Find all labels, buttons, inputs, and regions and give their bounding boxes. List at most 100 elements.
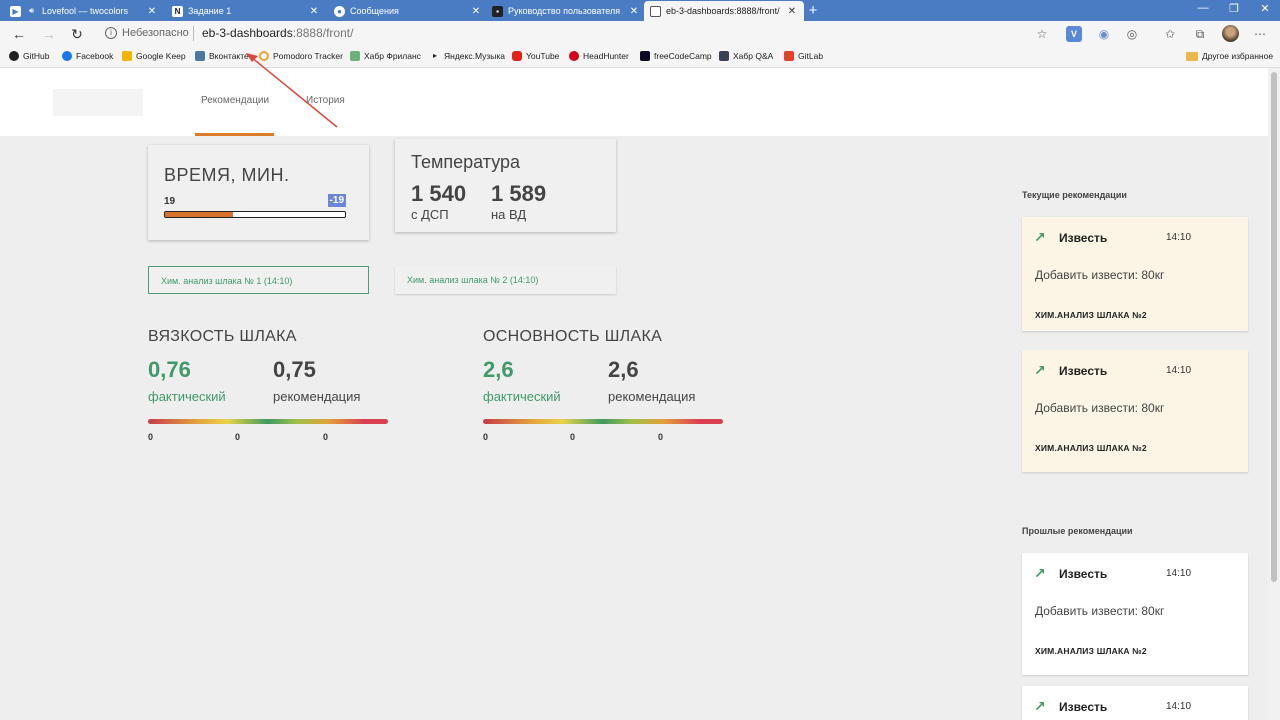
bookmark-headhunter[interactable]: HeadHunter	[569, 51, 629, 61]
address-bar: ← → ↻ i Небезопасно eb-3-dashboards:8888…	[0, 21, 1280, 47]
gitlab-icon	[784, 51, 794, 61]
bookmark-pomodoro[interactable]: Pomodoro Tracker	[259, 51, 343, 61]
recommendation-name: Известь	[1059, 700, 1108, 714]
recommendation-time: 14:10	[1166, 568, 1192, 579]
extension-v-icon[interactable]: V	[1066, 26, 1082, 42]
page-scrollbar[interactable]	[1268, 68, 1280, 720]
browser-tab-bar: ▶ 🔊︎ Lovefool — twocolors ✕ N Задание 1 …	[0, 0, 1280, 21]
url-input[interactable]: eb-3-dashboards:8888/front/	[202, 26, 353, 40]
forward-icon[interactable]: →	[40, 25, 58, 43]
bookmark-gitlab[interactable]: GitLab	[784, 51, 823, 61]
collections-icon[interactable]: ⧉	[1192, 26, 1208, 42]
bookmark-label: YouTube	[526, 51, 560, 61]
bookmark-habr-qa[interactable]: Хабр Q&A	[719, 51, 773, 61]
recommendation-time: 14:10	[1166, 365, 1192, 376]
terminal-icon: ▪	[492, 5, 503, 17]
recommendation-name: Известь	[1059, 567, 1108, 581]
url-separator	[193, 26, 194, 41]
reload-icon[interactable]: ↻	[68, 25, 86, 43]
habr-freelance-icon	[350, 51, 360, 61]
recommendation-source: ХИМ.АНАЛИЗ ШЛАКА №2	[1035, 310, 1147, 320]
new-tab-button[interactable]: +	[805, 2, 821, 19]
bookmark-freecodecamp[interactable]: freeCodeCamp	[640, 51, 712, 61]
keep-icon	[122, 51, 132, 61]
info-icon[interactable]: i	[105, 27, 117, 39]
bookmark-github[interactable]: GitHub	[9, 51, 49, 61]
close-icon[interactable]: ✕	[146, 6, 158, 17]
temperature-dsp-label: с ДСП	[411, 207, 449, 222]
analysis-button-1[interactable]: Хим. анализ шлака № 1 (14:10)	[148, 266, 369, 294]
viscosity-scale	[148, 419, 388, 424]
tab-label: Задание 1	[188, 6, 232, 16]
minimize-icon[interactable]: —	[1188, 2, 1218, 14]
recommendation-time: 14:10	[1166, 232, 1192, 243]
current-recommendation-card[interactable]: ↗ Известь 14:10 Добавить извести: 80кг Х…	[1022, 350, 1248, 472]
extension-shield-icon[interactable]: ◉	[1096, 26, 1112, 42]
temperature-dsp-value: 1 540	[411, 181, 467, 206]
time-remaining: -19	[327, 194, 346, 207]
browser-tab-4[interactable]: ▪ Руководство пользователя / Ор ✕	[486, 1, 646, 21]
current-recommendation-card[interactable]: ↗ Известь 14:10 Добавить извести: 80кг Х…	[1022, 217, 1248, 331]
viscosity-recommended-value: 0,75	[273, 357, 316, 382]
basicity-tick: 0	[483, 432, 489, 442]
star-icon[interactable]: ☆	[1034, 26, 1050, 42]
bookmark-habr-freelance[interactable]: Хабр Фриланс	[350, 51, 421, 61]
other-bookmarks-label: Другое избранное	[1202, 51, 1274, 61]
tab-history[interactable]: История	[306, 95, 345, 106]
trend-up-icon: ↗	[1034, 362, 1046, 378]
close-icon[interactable]: ✕	[628, 6, 640, 17]
basicity-tick: 0	[570, 432, 576, 442]
bookmark-label: Facebook	[76, 51, 114, 61]
favorites-icon[interactable]: ✩	[1162, 26, 1178, 42]
time-title: ВРЕМЯ, МИН.	[164, 165, 290, 185]
close-icon[interactable]: ✕	[308, 6, 320, 17]
tab-label: Сообщения	[350, 6, 399, 16]
past-recommendation-card[interactable]: ↗ Известь 14:10	[1022, 686, 1248, 720]
past-recommendations-heading: Прошлые рекомендации	[1022, 526, 1133, 536]
more-menu-icon[interactable]: ⋯	[1252, 26, 1268, 42]
close-window-icon[interactable]: ✕	[1250, 2, 1280, 15]
trend-up-icon: ↗	[1034, 698, 1046, 714]
temperature-vd-value: 1 589	[491, 181, 547, 206]
extension-circle-icon[interactable]: ◎	[1124, 26, 1140, 42]
browser-tab-1[interactable]: ▶ 🔊︎ Lovefool — twocolors ✕	[4, 1, 164, 21]
time-elapsed: 19	[164, 196, 176, 207]
viscosity-actual-value: 0,76	[148, 357, 191, 382]
logo-placeholder	[53, 89, 143, 116]
tab-recommendations[interactable]: Рекомендации	[201, 95, 269, 106]
pomodoro-icon	[259, 51, 269, 61]
trend-up-icon: ↗	[1034, 565, 1046, 581]
bookmark-yandex-music[interactable]: ▸ Яндекс.Музыка	[430, 51, 505, 61]
freecodecamp-icon	[640, 51, 650, 61]
habr-qa-icon	[719, 51, 729, 61]
page-icon	[650, 5, 661, 17]
security-label[interactable]: Небезопасно	[122, 27, 189, 39]
bookmark-google-keep[interactable]: Google Keep	[122, 51, 186, 61]
url-host: eb-3-dashboards	[202, 26, 293, 40]
bookmark-vkontakte[interactable]: Вконтакте	[195, 51, 249, 61]
basicity-actual-value: 2,6	[483, 357, 514, 382]
analysis-button-2[interactable]: Хим. анализ шлака № 2 (14:10)	[395, 266, 616, 294]
basicity-scale	[483, 419, 723, 424]
browser-tab-5[interactable]: eb-3-dashboards:8888/front/ ✕	[644, 1, 804, 21]
back-icon[interactable]: ←	[10, 25, 28, 43]
scrollbar-thumb[interactable]	[1271, 72, 1277, 582]
browser-tab-3[interactable]: ● Сообщения ✕	[328, 1, 488, 21]
basicity-title: ОСНОВНОСТЬ ШЛАКА	[483, 328, 663, 345]
viscosity-tick: 0	[235, 432, 241, 442]
browser-tab-2[interactable]: N Задание 1 ✕	[166, 1, 326, 21]
other-bookmarks[interactable]: Другое избранное	[1186, 51, 1273, 61]
close-icon[interactable]: ✕	[786, 6, 798, 17]
close-icon[interactable]: ✕	[470, 6, 482, 17]
restore-icon[interactable]: ❐	[1219, 2, 1249, 15]
speaker-icon[interactable]: 🔊︎	[26, 6, 37, 17]
recommendation-source: ХИМ.АНАЛИЗ ШЛАКА №2	[1035, 443, 1147, 453]
past-recommendation-card[interactable]: ↗ Известь 14:10 Добавить извести: 80кг Х…	[1022, 553, 1248, 675]
tab-label: Руководство пользователя / Ор	[508, 6, 623, 16]
viscosity-recommended-label: рекомендация	[273, 389, 361, 404]
bookmark-facebook[interactable]: Facebook	[62, 51, 113, 61]
viscosity-tick: 0	[148, 432, 154, 442]
bookmark-youtube[interactable]: YouTube	[512, 51, 559, 61]
recommendation-description: Добавить извести: 80кг	[1035, 401, 1165, 415]
profile-avatar[interactable]	[1222, 25, 1239, 42]
